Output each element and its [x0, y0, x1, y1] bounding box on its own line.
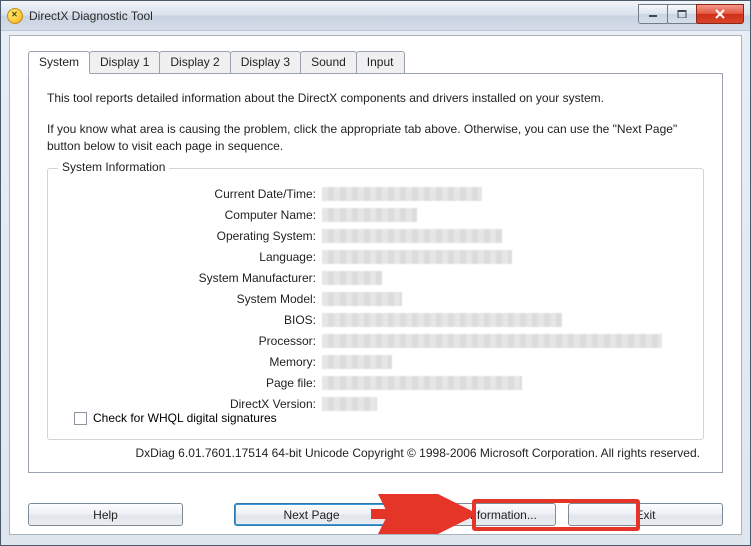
sysinfo-label: System Model:	[62, 292, 322, 306]
sysinfo-row: Language:	[62, 248, 689, 266]
tab-display-1[interactable]: Display 1	[89, 51, 160, 74]
sysinfo-value	[322, 396, 689, 412]
copyright-text: DxDiag 6.01.7601.17514 64-bit Unicode Co…	[47, 446, 704, 460]
intro-line-2: If you know what area is causing the pro…	[47, 121, 704, 155]
whql-checkbox-label: Check for WHQL digital signatures	[93, 411, 277, 425]
window-title: DirectX Diagnostic Tool	[29, 9, 639, 23]
close-button[interactable]	[696, 4, 744, 24]
help-button[interactable]: Help	[28, 503, 183, 526]
tab-panel-system: This tool reports detailed information a…	[28, 73, 723, 473]
next-page-button[interactable]: Next Page	[234, 503, 389, 526]
sysinfo-value	[322, 333, 689, 349]
minimize-icon	[648, 10, 658, 18]
redacted-value	[322, 334, 662, 348]
exit-button[interactable]: Exit	[568, 503, 723, 526]
sysinfo-label: BIOS:	[62, 313, 322, 327]
redacted-value	[322, 313, 562, 327]
intro-text: This tool reports detailed information a…	[47, 90, 704, 154]
sysinfo-label: Computer Name:	[62, 208, 322, 222]
save-all-information-button[interactable]: Save All Information...	[401, 503, 556, 526]
tab-display-3[interactable]: Display 3	[230, 51, 301, 74]
titlebar[interactable]: DirectX Diagnostic Tool	[1, 1, 750, 31]
redacted-value	[322, 187, 482, 201]
minimize-button[interactable]	[638, 4, 668, 24]
sysinfo-label: Current Date/Time:	[62, 187, 322, 201]
maximize-icon	[677, 10, 687, 18]
whql-checkbox[interactable]	[74, 412, 87, 425]
sysinfo-value	[322, 291, 689, 307]
intro-line-1: This tool reports detailed information a…	[47, 90, 704, 107]
sysinfo-value	[322, 228, 689, 244]
system-information-legend: System Information	[58, 160, 169, 174]
sysinfo-row: System Model:	[62, 290, 689, 308]
sysinfo-value	[322, 354, 689, 370]
system-information-group: System Information Current Date/Time:Com…	[47, 168, 704, 440]
tab-strip: System Display 1 Display 2 Display 3 Sou…	[28, 50, 723, 73]
redacted-value	[322, 229, 502, 243]
sysinfo-value	[322, 249, 689, 265]
sysinfo-value	[322, 312, 689, 328]
sysinfo-label: Operating System:	[62, 229, 322, 243]
redacted-value	[322, 208, 417, 222]
close-icon	[714, 9, 726, 19]
sysinfo-value	[322, 375, 689, 391]
directx-icon	[7, 8, 23, 24]
redacted-value	[322, 250, 512, 264]
sysinfo-label: System Manufacturer:	[62, 271, 322, 285]
sysinfo-row: Processor:	[62, 332, 689, 350]
sysinfo-label: Processor:	[62, 334, 322, 348]
redacted-value	[322, 376, 522, 390]
whql-checkbox-row[interactable]: Check for WHQL digital signatures	[74, 411, 277, 425]
sysinfo-row: Computer Name:	[62, 206, 689, 224]
sysinfo-label: Page file:	[62, 376, 322, 390]
sysinfo-row: BIOS:	[62, 311, 689, 329]
sysinfo-row: System Manufacturer:	[62, 269, 689, 287]
tab-sound[interactable]: Sound	[300, 51, 357, 74]
sysinfo-row: Current Date/Time:	[62, 185, 689, 203]
sysinfo-value	[322, 186, 689, 202]
sysinfo-label: Memory:	[62, 355, 322, 369]
tab-system[interactable]: System	[28, 51, 90, 74]
client-area: System Display 1 Display 2 Display 3 Sou…	[9, 35, 742, 535]
button-row: Help Next Page Save All Information... E…	[28, 503, 723, 526]
maximize-button[interactable]	[667, 4, 697, 24]
application-window: DirectX Diagnostic Tool System Display 1…	[0, 0, 751, 546]
redacted-value	[322, 355, 392, 369]
redacted-value	[322, 271, 382, 285]
sysinfo-label: DirectX Version:	[62, 397, 322, 411]
sysinfo-value	[322, 270, 689, 286]
tab-input[interactable]: Input	[356, 51, 405, 74]
sysinfo-row: Memory:	[62, 353, 689, 371]
tab-display-2[interactable]: Display 2	[159, 51, 230, 74]
sysinfo-value	[322, 207, 689, 223]
redacted-value	[322, 397, 377, 411]
sysinfo-label: Language:	[62, 250, 322, 264]
sysinfo-row: Page file:	[62, 374, 689, 392]
redacted-value	[322, 292, 402, 306]
sysinfo-row: Operating System:	[62, 227, 689, 245]
